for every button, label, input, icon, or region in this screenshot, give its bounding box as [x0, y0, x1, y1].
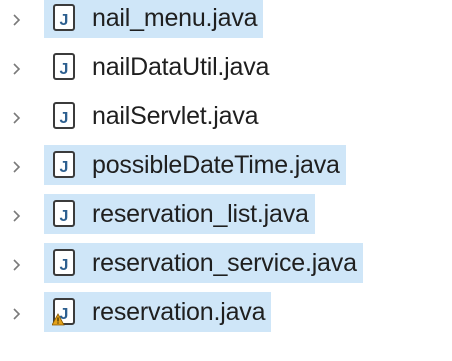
tree-item[interactable]: J reservation_list.java	[44, 194, 315, 234]
tree-row-reservation-list[interactable]: J reservation_list.java	[0, 190, 452, 239]
tree-row-nail-menu[interactable]: J nail_menu.java	[0, 0, 452, 43]
project-explorer-tree: J nail_menu.java J nailDataUtil.java J n…	[0, 0, 452, 337]
svg-text:J: J	[60, 257, 69, 274]
tree-row-nail-data-util[interactable]: J nailDataUtil.java	[0, 43, 452, 92]
chevron-right-icon[interactable]	[10, 160, 24, 174]
chevron-right-icon[interactable]	[10, 13, 24, 27]
java-file-icon: J	[52, 248, 78, 278]
svg-text:J: J	[60, 208, 69, 225]
chevron-right-icon[interactable]	[10, 258, 24, 272]
file-name: nailDataUtil.java	[92, 52, 270, 81]
java-file-icon: J	[52, 3, 78, 33]
tree-row-nail-servlet[interactable]: J nailServlet.java	[0, 92, 452, 141]
chevron-right-icon[interactable]	[10, 307, 24, 321]
tree-item[interactable]: J reservation_service.java	[44, 243, 363, 283]
file-name: nailServlet.java	[92, 101, 259, 130]
tree-row-possible-date-time[interactable]: J possibleDateTime.java	[0, 141, 452, 190]
java-file-icon: J	[52, 199, 78, 229]
tree-row-reservation-service[interactable]: J reservation_service.java	[0, 239, 452, 288]
file-name: nail_menu.java	[92, 3, 258, 32]
file-name: reservation_service.java	[92, 248, 357, 277]
file-name: possibleDateTime.java	[92, 150, 340, 179]
svg-text:J: J	[60, 61, 69, 78]
svg-text:J: J	[60, 159, 69, 176]
java-file-warning-icon: J	[52, 297, 78, 327]
tree-item[interactable]: J nailServlet.java	[44, 96, 264, 136]
java-file-icon: J	[52, 150, 78, 180]
tree-item[interactable]: J reservation.java	[44, 292, 272, 332]
tree-item[interactable]: J nail_menu.java	[44, 0, 264, 38]
file-name: reservation.java	[92, 297, 266, 326]
file-name: reservation_list.java	[92, 199, 309, 228]
svg-text:J: J	[60, 110, 69, 127]
svg-text:J: J	[60, 12, 69, 29]
java-file-icon: J	[52, 101, 78, 131]
tree-item[interactable]: J nailDataUtil.java	[44, 47, 275, 87]
chevron-right-icon[interactable]	[10, 209, 24, 223]
tree-item[interactable]: J possibleDateTime.java	[44, 145, 346, 185]
chevron-right-icon[interactable]	[10, 111, 24, 125]
tree-row-reservation[interactable]: J reservation.java	[0, 288, 452, 337]
chevron-right-icon[interactable]	[10, 62, 24, 76]
java-file-icon: J	[52, 52, 78, 82]
